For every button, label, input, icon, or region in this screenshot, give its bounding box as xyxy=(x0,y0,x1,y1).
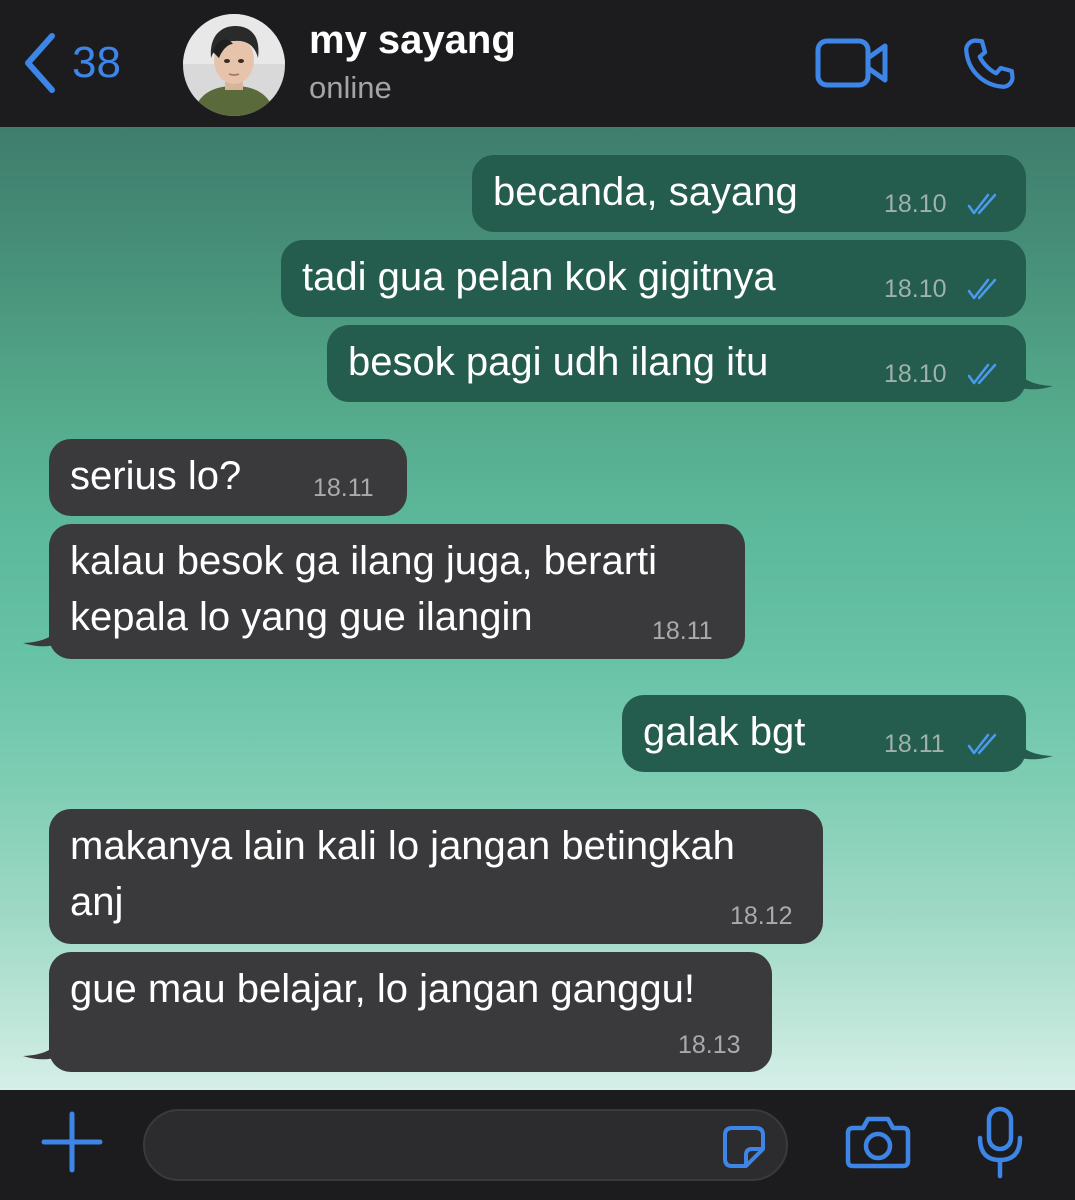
message-time: 18.10 xyxy=(884,275,947,303)
avatar[interactable] xyxy=(183,14,285,116)
microphone-icon xyxy=(977,1106,1023,1179)
message-text: besok pagi udh ilang itu xyxy=(348,340,769,384)
chat-screen: 38 my sayang online becanda, sayang 18.1… xyxy=(0,0,1075,1200)
message-text: kalau besok ga ilang juga, berarti kepal… xyxy=(70,539,658,639)
incoming-message[interactable]: serius lo? 18.11 xyxy=(49,439,407,516)
message-composer xyxy=(0,1090,1075,1200)
message-text: makanya lain kali lo jangan betingkah an… xyxy=(70,824,735,924)
bubble-tail xyxy=(23,618,63,647)
contact-info[interactable]: my sayang online xyxy=(309,18,516,103)
chevron-left-icon xyxy=(25,33,55,93)
incoming-message[interactable]: kalau besok ga ilang juga, berarti kepal… xyxy=(23,524,745,659)
message-text: galak bgt xyxy=(643,710,806,754)
video-camera-icon xyxy=(815,38,888,88)
unread-count: 38 xyxy=(72,38,121,87)
message-input-box[interactable] xyxy=(143,1109,788,1181)
back-button[interactable]: 38 xyxy=(22,32,121,94)
message-time: 18.11 xyxy=(652,617,713,645)
outgoing-message[interactable]: tadi gua pelan kok gigitnya 18.10 xyxy=(281,240,1026,317)
voice-call-button[interactable] xyxy=(958,34,1020,99)
outgoing-message[interactable]: galak bgt 18.11 xyxy=(622,695,1053,772)
microphone-button[interactable] xyxy=(975,1106,1025,1185)
chat-header: 38 my sayang online xyxy=(0,0,1075,127)
message-time: 18.10 xyxy=(884,360,947,388)
contact-status: online xyxy=(309,70,392,105)
camera-icon xyxy=(845,1116,911,1169)
message-text: serius lo? xyxy=(70,454,242,498)
phone-icon xyxy=(964,38,1015,89)
message-list[interactable]: becanda, sayang 18.10 tadi gua pelan kok… xyxy=(0,127,1075,1090)
message-text: gue mau belajar, lo jangan ganggu! xyxy=(70,967,695,1011)
plus-icon xyxy=(41,1111,103,1173)
read-ticks-icon xyxy=(967,733,997,755)
outgoing-message[interactable]: besok pagi udh ilang itu 18.10 xyxy=(327,325,1053,402)
incoming-message[interactable]: makanya lain kali lo jangan betingkah an… xyxy=(49,809,823,944)
sticker-button[interactable] xyxy=(722,1125,766,1174)
message-time: 18.10 xyxy=(884,190,947,218)
message-text: becanda, sayang xyxy=(493,170,798,214)
outgoing-message[interactable]: becanda, sayang 18.10 xyxy=(472,155,1026,232)
message-time: 18.11 xyxy=(884,730,945,758)
message-time: 18.13 xyxy=(678,1031,741,1059)
bubble-tail xyxy=(23,1031,63,1060)
sticker-icon xyxy=(723,1126,765,1168)
message-text: tadi gua pelan kok gigitnya xyxy=(302,255,776,299)
message-time: 18.12 xyxy=(730,902,793,930)
read-ticks-icon xyxy=(967,193,997,215)
read-ticks-icon xyxy=(967,278,997,300)
attach-button[interactable] xyxy=(40,1110,104,1179)
camera-button[interactable] xyxy=(845,1114,911,1175)
message-time: 18.11 xyxy=(313,474,374,502)
incoming-message[interactable]: gue mau belajar, lo jangan ganggu! 18.13 xyxy=(23,952,772,1072)
read-ticks-icon xyxy=(967,363,997,385)
contact-name: my sayang xyxy=(309,18,516,62)
message-input[interactable] xyxy=(169,1111,713,1181)
bubble-tail xyxy=(1013,361,1053,390)
bubble-tail xyxy=(1013,731,1053,760)
video-call-button[interactable] xyxy=(815,38,889,93)
